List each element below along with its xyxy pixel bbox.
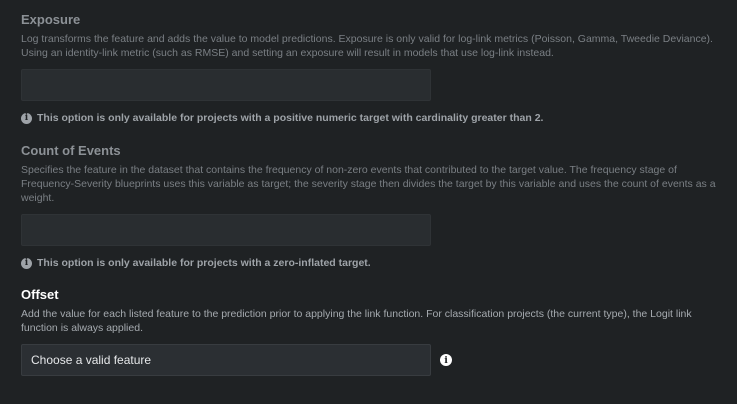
exposure-title: Exposure bbox=[21, 12, 81, 27]
exposure-description: Log transforms the feature and adds the … bbox=[21, 33, 713, 59]
count-of-events-description: Specifies the feature in the dataset tha… bbox=[21, 164, 716, 204]
exposure-input bbox=[21, 69, 431, 101]
feature-settings-panel: Exposure Log transforms the feature and … bbox=[0, 0, 737, 404]
info-icon: i bbox=[21, 257, 32, 269]
count-of-events-title: Count of Events bbox=[21, 143, 121, 158]
exposure-note: i This option is only available for proj… bbox=[21, 112, 717, 124]
count-of-events-section: Count of Events Specifies the feature in… bbox=[21, 143, 717, 269]
offset-feature-select[interactable]: Choose a valid feature bbox=[21, 344, 431, 376]
offset-section: Offset Add the value for each listed fea… bbox=[21, 287, 717, 376]
count-of-events-input bbox=[21, 214, 431, 246]
count-of-events-note: i This option is only available for proj… bbox=[21, 257, 717, 269]
exposure-note-text: This option is only available for projec… bbox=[37, 112, 544, 124]
info-icon[interactable]: i bbox=[440, 354, 452, 366]
exposure-section: Exposure Log transforms the feature and … bbox=[21, 12, 717, 124]
info-icon: i bbox=[21, 112, 32, 124]
count-of-events-note-text: This option is only available for projec… bbox=[37, 257, 371, 269]
offset-description: Add the value for each listed feature to… bbox=[21, 308, 692, 334]
offset-title: Offset bbox=[21, 287, 59, 302]
